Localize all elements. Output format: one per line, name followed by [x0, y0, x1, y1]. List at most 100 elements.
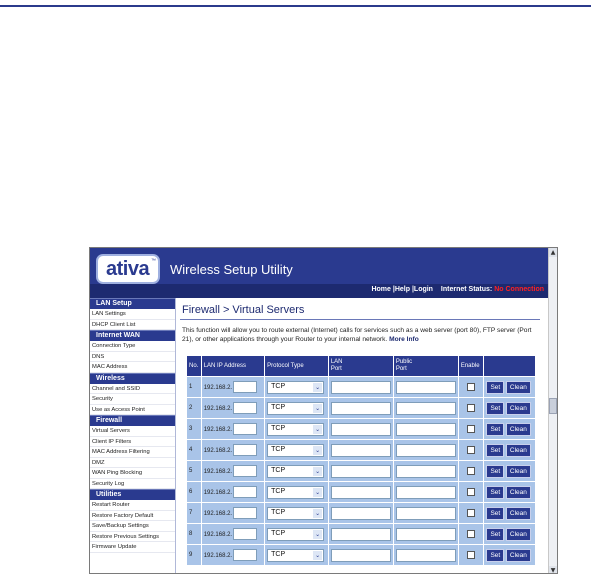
protocol-select[interactable]: TCP ⌄ [267, 443, 325, 457]
public-port-input[interactable] [395, 401, 456, 415]
ip-last-octet-input[interactable] [233, 423, 258, 435]
sidebar-section-firewall[interactable]: Firewall [90, 415, 175, 426]
lan-port-input[interactable] [330, 401, 391, 415]
ip-last-octet-input[interactable] [233, 549, 258, 561]
clean-button[interactable]: Clean [505, 401, 531, 415]
sidebar-item-mac-filtering[interactable]: MAC Address Filtering [90, 447, 175, 458]
enable-checkbox[interactable] [466, 488, 475, 496]
sidebar-item-firmware-update[interactable]: Firmware Update [90, 542, 175, 553]
lan-port-input[interactable] [330, 422, 391, 436]
sidebar-item-save-backup[interactable]: Save/Backup Settings [90, 521, 175, 532]
sidebar-section-utilities[interactable]: Utilities [90, 489, 175, 500]
public-port-input[interactable] [395, 548, 456, 562]
clean-button[interactable]: Clean [505, 527, 531, 541]
protocol-select[interactable]: TCP ⌄ [267, 464, 325, 478]
scroll-down-arrow-icon[interactable]: ▼ [549, 566, 557, 573]
enable-checkbox[interactable] [466, 383, 475, 391]
set-button[interactable]: Set [486, 380, 505, 394]
chevron-down-icon[interactable]: ⌄ [313, 529, 323, 539]
set-button[interactable]: Set [486, 422, 505, 436]
protocol-select[interactable]: TCP ⌄ [267, 401, 325, 415]
sidebar-item-dhcp-client-list[interactable]: DHCP Client List [90, 320, 175, 330]
public-port-input[interactable] [395, 380, 456, 394]
set-button[interactable]: Set [486, 548, 505, 562]
set-button[interactable]: Set [486, 527, 505, 541]
sidebar-item-security-log[interactable]: Security Log [90, 479, 175, 489]
sidebar-section-internet-wan[interactable]: Internet WAN [90, 330, 175, 341]
protocol-select[interactable]: TCP ⌄ [267, 380, 325, 394]
chevron-down-icon[interactable]: ⌄ [313, 550, 323, 560]
public-port-input[interactable] [395, 464, 456, 478]
public-port-input[interactable] [395, 443, 456, 457]
enable-checkbox[interactable] [466, 425, 475, 433]
sidebar-section-lan-setup[interactable]: LAN Setup [90, 298, 175, 309]
ip-last-octet-input[interactable] [233, 528, 258, 540]
sidebar-item-restore-previous[interactable]: Restore Previous Settings [90, 532, 175, 542]
sidebar-section-wireless[interactable]: Wireless [90, 372, 175, 384]
ip-last-octet-input[interactable] [233, 402, 258, 414]
enable-checkbox[interactable] [466, 467, 475, 475]
lan-port-input[interactable] [330, 506, 391, 520]
scrollbar-thumb[interactable] [549, 398, 557, 414]
chevron-down-icon[interactable]: ⌄ [313, 487, 323, 497]
chevron-down-icon[interactable]: ⌄ [313, 508, 323, 518]
public-port-input[interactable] [395, 422, 456, 436]
chevron-down-icon[interactable]: ⌄ [313, 466, 323, 476]
ip-last-octet-input[interactable] [233, 381, 258, 393]
sidebar-item-lan-settings[interactable]: LAN Settings [90, 309, 175, 320]
chevron-down-icon[interactable]: ⌄ [313, 445, 323, 455]
clean-button[interactable]: Clean [505, 548, 531, 562]
set-button[interactable]: Set [486, 506, 505, 520]
lan-port-input[interactable] [330, 380, 391, 394]
clean-button[interactable]: Clean [505, 380, 531, 394]
lan-port-input[interactable] [330, 443, 391, 457]
protocol-select[interactable]: TCP ⌄ [267, 548, 325, 562]
public-port-input[interactable] [395, 485, 456, 499]
login-link[interactable]: |Login [412, 286, 433, 293]
set-button[interactable]: Set [486, 485, 505, 499]
sidebar-item-restart-router[interactable]: Restart Router [90, 500, 175, 511]
sidebar-item-access-point[interactable]: Use as Access Point [90, 405, 175, 415]
sidebar-item-channel-ssid[interactable]: Channel and SSID [90, 384, 175, 394]
protocol-select[interactable]: TCP ⌄ [267, 485, 325, 499]
enable-checkbox[interactable] [466, 404, 475, 412]
clean-button[interactable]: Clean [505, 485, 531, 499]
ip-last-octet-input[interactable] [233, 486, 258, 498]
sidebar-item-mac-address[interactable]: MAC Address [90, 362, 175, 373]
sidebar-item-dns[interactable]: DNS [90, 352, 175, 362]
enable-checkbox[interactable] [466, 509, 475, 517]
sidebar-item-security[interactable]: Security [90, 394, 175, 405]
scroll-up-arrow-icon[interactable]: ▲ [549, 248, 557, 257]
chevron-down-icon[interactable]: ⌄ [313, 424, 323, 434]
more-info-link[interactable]: More Info [389, 336, 419, 343]
public-port-input[interactable] [395, 527, 456, 541]
clean-button[interactable]: Clean [505, 443, 531, 457]
set-button[interactable]: Set [486, 401, 505, 415]
enable-checkbox[interactable] [466, 446, 475, 454]
chevron-down-icon[interactable]: ⌄ [313, 403, 323, 413]
sidebar-item-connection-type[interactable]: Connection Type [90, 341, 175, 352]
lan-port-input[interactable] [330, 464, 391, 478]
clean-button[interactable]: Clean [505, 422, 531, 436]
set-button[interactable]: Set [486, 464, 505, 478]
sidebar-item-restore-factory[interactable]: Restore Factory Default [90, 511, 175, 521]
public-port-input[interactable] [395, 506, 456, 520]
ip-last-octet-input[interactable] [233, 444, 258, 456]
protocol-select[interactable]: TCP ⌄ [267, 506, 325, 520]
ip-last-octet-input[interactable] [233, 465, 258, 477]
protocol-select[interactable]: TCP ⌄ [267, 422, 325, 436]
lan-port-input[interactable] [330, 548, 391, 562]
sidebar-item-virtual-servers[interactable]: Virtual Servers [90, 426, 175, 437]
home-link[interactable]: Home [371, 286, 390, 293]
vertical-scrollbar[interactable]: ▲ ▼ [548, 248, 557, 573]
help-link[interactable]: |Help [393, 286, 410, 293]
clean-button[interactable]: Clean [505, 464, 531, 478]
sidebar-item-dmz[interactable]: DMZ [90, 458, 175, 468]
set-button[interactable]: Set [486, 443, 505, 457]
ip-last-octet-input[interactable] [233, 507, 258, 519]
sidebar-item-wan-ping-blocking[interactable]: WAN Ping Blocking [90, 468, 175, 479]
enable-checkbox[interactable] [466, 551, 475, 559]
chevron-down-icon[interactable]: ⌄ [313, 382, 323, 392]
lan-port-input[interactable] [330, 485, 391, 499]
lan-port-input[interactable] [330, 527, 391, 541]
